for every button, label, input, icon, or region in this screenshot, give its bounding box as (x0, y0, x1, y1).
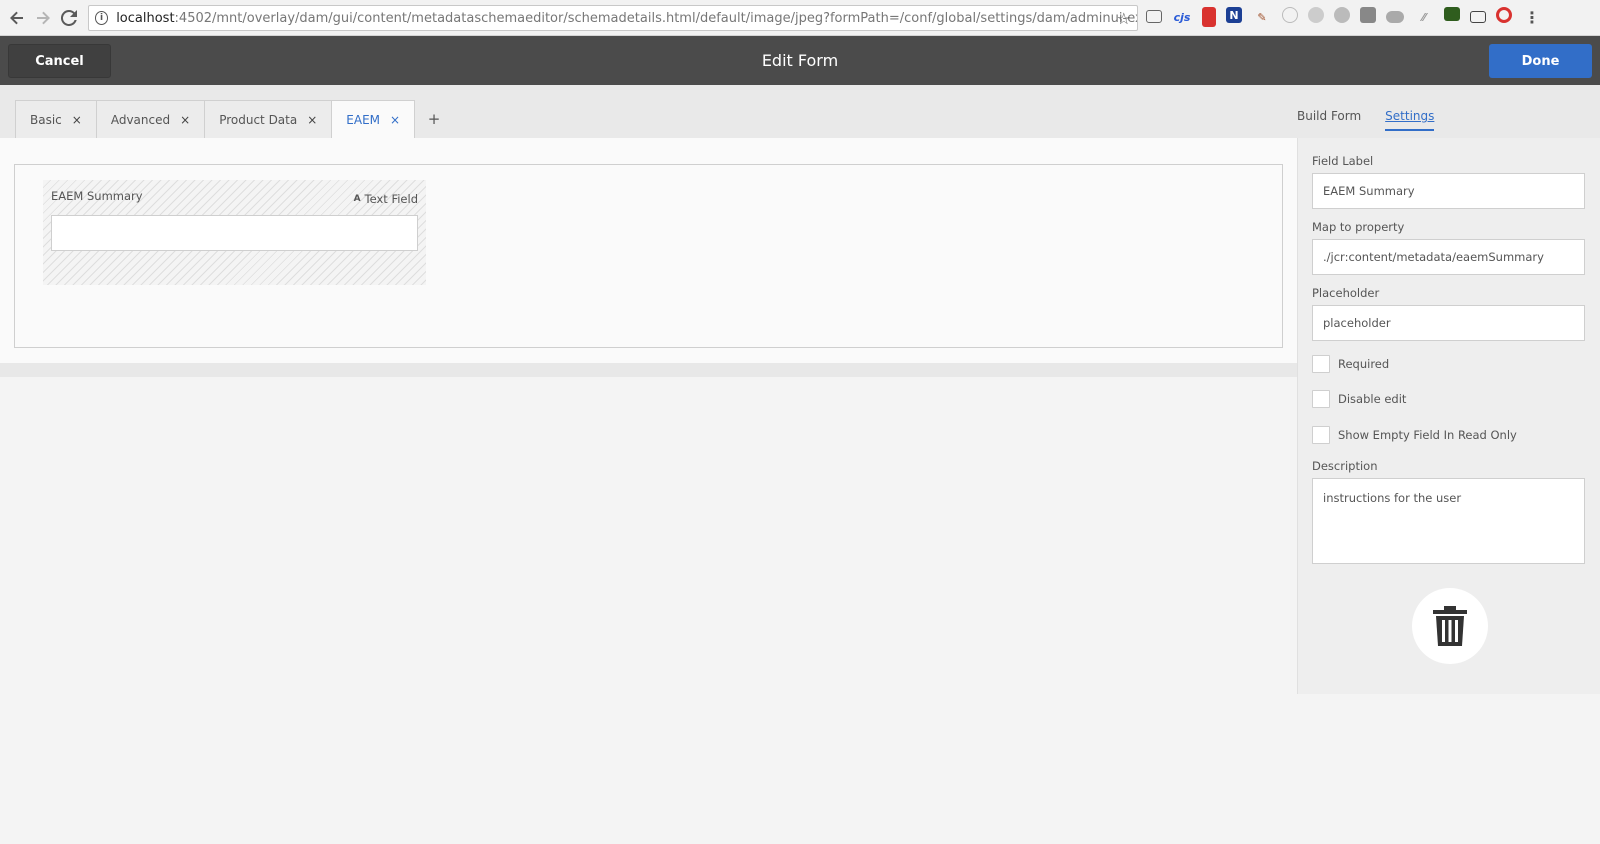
cloud-extension-icon[interactable] (1386, 11, 1404, 23)
form-canvas: EAEM Summary A Text Field (0, 138, 1297, 363)
checkbox-box[interactable] (1312, 390, 1330, 408)
address-bar[interactable]: i localhost :4502/mnt/overlay/dam/gui/co… (88, 5, 1138, 31)
tab-build-form[interactable]: Build Form (1297, 109, 1361, 131)
url-host: localhost (116, 10, 175, 26)
disable-edit-checkbox[interactable]: Disable edit (1312, 390, 1406, 408)
cast-icon[interactable] (1146, 10, 1162, 23)
disable-edit-label: Disable edit (1338, 392, 1407, 406)
extension-icons: cjs N ✎ ⁄⁄ ⋮ (1146, 7, 1542, 27)
close-icon[interactable]: × (72, 113, 82, 127)
info-icon[interactable]: i (95, 11, 109, 25)
square-extension-icon[interactable] (1360, 7, 1376, 23)
circle-extension-icon[interactable] (1282, 7, 1298, 23)
menu-kebab-icon[interactable]: ⋮ (1522, 7, 1542, 27)
field-type: A Text Field (354, 192, 418, 206)
field-label: EAEM Summary (51, 189, 143, 203)
green-extension-icon[interactable] (1444, 7, 1460, 21)
form-tabs: Basic × Advanced × Product Data × EAEM ×… (15, 100, 454, 138)
bookmark-star-icon[interactable]: ☆ (1117, 9, 1131, 28)
pen-extension-icon[interactable]: ✎ (1252, 7, 1272, 27)
url-path: :4502/mnt/overlay/dam/gui/content/metada… (174, 10, 1137, 26)
tab-settings[interactable]: Settings (1385, 109, 1435, 131)
back-arrow-icon[interactable] (4, 5, 30, 31)
slash-extension-icon[interactable]: ⁄⁄ (1414, 7, 1434, 27)
tab-label: Advanced (110, 112, 171, 127)
reload-icon[interactable] (56, 5, 82, 31)
delete-field-button[interactable] (1412, 588, 1488, 664)
cjs-extension-icon[interactable]: cjs (1172, 7, 1192, 27)
description-textarea[interactable]: instructions for the user (1312, 478, 1585, 564)
field-label-input[interactable]: EAEM Summary (1312, 173, 1585, 209)
forward-arrow-icon[interactable] (30, 5, 56, 31)
tab-advanced[interactable]: Advanced × (95, 100, 206, 138)
shield-extension-icon[interactable] (1334, 7, 1350, 23)
show-empty-field-label: Show Empty Field In Read Only (1338, 428, 1517, 442)
close-icon[interactable]: × (307, 113, 317, 127)
red-book-extension-icon[interactable] (1202, 7, 1216, 27)
text-field-icon: A (353, 194, 361, 204)
opera-icon[interactable] (1496, 7, 1512, 23)
text-field-card[interactable]: EAEM Summary A Text Field (43, 180, 426, 285)
trash-icon (1433, 606, 1467, 646)
tab-strip: Basic × Advanced × Product Data × EAEM ×… (0, 85, 1600, 138)
tab-label: EAEM (346, 112, 381, 127)
canvas-divider (0, 363, 1297, 377)
side-panel-tabs: Build Form Settings (1297, 109, 1435, 131)
page-title: Edit Form (761, 51, 839, 70)
app-header: Cancel Edit Form Done (0, 36, 1600, 85)
settings-panel: Field Label EAEM Summary Map to property… (1297, 138, 1600, 694)
close-icon[interactable]: × (390, 113, 400, 127)
required-label: Required (1338, 357, 1390, 371)
browser-toolbar: i localhost :4502/mnt/overlay/dam/gui/co… (0, 0, 1600, 36)
tab-product-data[interactable]: Product Data × (204, 100, 333, 138)
placeholder-input[interactable]: placeholder (1312, 305, 1585, 341)
field-label-title: Field Label (1312, 154, 1374, 168)
n-extension-icon[interactable]: N (1226, 7, 1242, 23)
tab-label: Product Data (219, 112, 298, 127)
close-icon[interactable]: × (180, 113, 190, 127)
placeholder-title: Placeholder (1312, 286, 1380, 300)
form-drop-area[interactable]: EAEM Summary A Text Field (14, 164, 1283, 348)
checkbox-box[interactable] (1312, 426, 1330, 444)
done-button[interactable]: Done (1489, 44, 1592, 78)
gray-extension-icon[interactable] (1308, 7, 1324, 23)
keyboard-extension-icon[interactable] (1470, 11, 1486, 23)
map-to-property-title: Map to property (1312, 220, 1405, 234)
tab-basic[interactable]: Basic × (15, 100, 97, 138)
checkbox-box[interactable] (1312, 355, 1330, 373)
description-title: Description (1312, 459, 1378, 473)
show-empty-field-checkbox[interactable]: Show Empty Field In Read Only (1312, 426, 1517, 444)
tab-eaem[interactable]: EAEM × (331, 100, 416, 138)
add-tab-button[interactable]: + (414, 100, 454, 138)
field-type-label: Text Field (364, 192, 418, 206)
required-checkbox[interactable]: Required (1312, 355, 1389, 373)
tab-label: Basic (30, 112, 62, 127)
map-to-property-input[interactable]: ./jcr:content/metadata/eaemSummary (1312, 239, 1585, 275)
field-preview-input (51, 215, 418, 251)
